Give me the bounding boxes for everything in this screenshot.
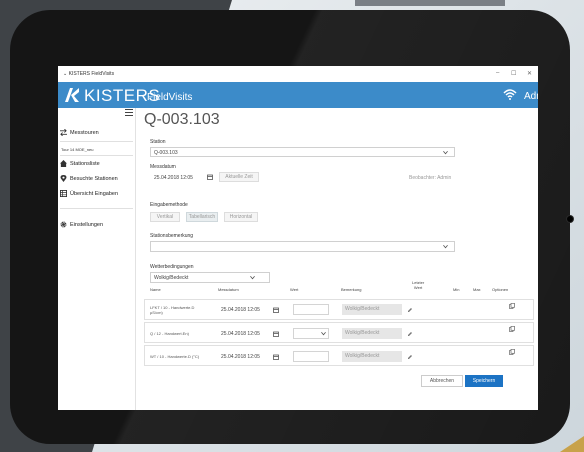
sidebar-item-label: Stationsliste bbox=[70, 160, 100, 167]
chevron-down-icon bbox=[443, 150, 448, 155]
app-window: ⌄ KISTERS FieldVisits – ☐ ✕ KISTERS Fiel… bbox=[58, 66, 538, 410]
station-label: Station bbox=[150, 139, 166, 145]
column-header-name: Name bbox=[150, 287, 161, 292]
column-header-bemerkung: Bemerkung bbox=[341, 287, 362, 292]
sidebar-item-label: Einstellungen bbox=[70, 221, 104, 228]
sidebar-item-label: Messtouren bbox=[70, 129, 99, 136]
column-header-letzter-wert: Letzter Wert bbox=[412, 280, 425, 290]
wifi-icon bbox=[503, 89, 517, 100]
cancel-button[interactable]: Abbrechen bbox=[421, 375, 463, 387]
close-button[interactable]: ✕ bbox=[527, 70, 532, 77]
maximize-button[interactable]: ☐ bbox=[511, 70, 516, 77]
eingabemethode-label: Eingabemethode bbox=[150, 202, 188, 208]
wetterbedingungen-label: Wetterbedingungen bbox=[150, 264, 194, 270]
row-remark-field[interactable]: Wolkig/Bedeckt bbox=[342, 304, 402, 315]
background-device-edge bbox=[355, 0, 505, 6]
edit-icon[interactable] bbox=[407, 307, 413, 313]
column-header-wert: Wert bbox=[290, 287, 299, 292]
user-name[interactable]: Admin bbox=[524, 91, 538, 102]
row-value-input[interactable] bbox=[293, 304, 329, 315]
eingabe-vertikal-button[interactable]: Vertikal bbox=[150, 212, 180, 222]
chevron-down-icon bbox=[443, 244, 448, 249]
calendar-icon[interactable] bbox=[207, 174, 213, 180]
row-remark-field[interactable]: Wolkig/Bedeckt bbox=[342, 351, 402, 362]
column-header-max: Max bbox=[473, 287, 481, 292]
stationsbemerkung-label: Stationsbemerkung bbox=[150, 233, 194, 239]
sidebar-divider bbox=[60, 141, 133, 142]
copy-icon[interactable] bbox=[509, 326, 515, 332]
station-select[interactable]: Q-003.103 bbox=[150, 147, 455, 157]
table-row: LFKT / 10 - Handwerte.D µS/cm) 25.04.2018… bbox=[144, 299, 534, 320]
sidebar-item-label: Übersicht Eingaben bbox=[70, 190, 119, 197]
row-value-input[interactable] bbox=[293, 351, 329, 362]
sidebar-item-uebersicht-eingaben[interactable]: Übersicht Eingaben bbox=[60, 190, 118, 197]
sidebar-item-einstellungen[interactable]: Einstellungen bbox=[60, 221, 103, 228]
page-title: Q-003.103 bbox=[144, 111, 220, 128]
calendar-icon[interactable] bbox=[273, 307, 279, 313]
row-name: Q / 12 - Handwert.En) bbox=[150, 331, 189, 336]
copy-icon[interactable] bbox=[509, 303, 515, 309]
sidebar-divider bbox=[60, 155, 133, 156]
map-pin-icon bbox=[60, 175, 67, 182]
table-row: Q / 12 - Handwert.En) 25.04.2018 12:05 W… bbox=[144, 322, 534, 343]
kisters-logo-icon bbox=[65, 88, 79, 102]
table-row: WT / 10 - Handwerte.D (°C) 25.04.2018 12… bbox=[144, 345, 534, 366]
camera-icon bbox=[567, 216, 573, 222]
eingabe-horizontal-button[interactable]: Horizontal bbox=[224, 212, 258, 222]
minimize-button[interactable]: – bbox=[496, 70, 499, 76]
eingabe-tabellarisch-button[interactable]: Tabellarisch bbox=[186, 212, 218, 222]
edit-icon[interactable] bbox=[407, 331, 413, 337]
aktuelle-zeit-button[interactable]: Aktuelle Zeit bbox=[219, 172, 259, 182]
copy-icon[interactable] bbox=[509, 349, 515, 355]
sidebar-item-stationsliste[interactable]: Stationsliste bbox=[60, 160, 100, 167]
sidebar-item-messtouren[interactable]: Messtouren bbox=[60, 129, 99, 136]
calendar-icon[interactable] bbox=[273, 331, 279, 337]
row-remark-field[interactable]: Wolkig/Bedeckt bbox=[342, 328, 402, 339]
menu-icon[interactable] bbox=[125, 109, 133, 116]
row-name: WT / 10 - Handwerte.D (°C) bbox=[150, 354, 200, 359]
stationsbemerkung-select[interactable] bbox=[150, 241, 455, 252]
sidebar: Messtouren Tour 14 MOE_neu Stationsliste… bbox=[58, 108, 136, 410]
window-title: ⌄ KISTERS FieldVisits bbox=[63, 71, 115, 77]
chevron-down-icon bbox=[321, 331, 326, 336]
swap-arrows-icon bbox=[60, 129, 67, 136]
home-icon bbox=[60, 160, 67, 167]
product-name: FieldVisits bbox=[147, 92, 193, 103]
table-icon bbox=[60, 190, 67, 197]
sidebar-divider bbox=[60, 208, 133, 209]
save-button[interactable]: Speichern bbox=[465, 375, 503, 387]
chevron-down-icon bbox=[250, 275, 255, 280]
sidebar-item-label: Besuchte Stationen bbox=[70, 175, 118, 182]
observer-label: Beobachter: Admin bbox=[409, 175, 452, 181]
calendar-icon[interactable] bbox=[273, 354, 279, 360]
messdatum-input[interactable]: 25.04.2018 12:05 bbox=[150, 172, 214, 182]
main-content: Q-003.103 Station Q-003.103 Messdatum 25… bbox=[136, 108, 538, 410]
gear-icon bbox=[60, 221, 67, 228]
current-tour[interactable]: Tour 14 MOE_neu bbox=[61, 147, 93, 152]
column-header-optionen: Optionen bbox=[492, 287, 509, 292]
row-name: LFKT / 10 - Handwerte.D µS/cm) bbox=[150, 305, 195, 315]
messdatum-label: Messdatum bbox=[150, 164, 176, 170]
column-header-messdatum: Messdatum bbox=[218, 287, 239, 292]
app-header: KISTERS FieldVisits Admin bbox=[58, 82, 538, 108]
window-titlebar: ⌄ KISTERS FieldVisits – ☐ ✕ bbox=[58, 66, 538, 82]
edit-icon[interactable] bbox=[407, 354, 413, 360]
sidebar-item-besuchte-stationen[interactable]: Besuchte Stationen bbox=[60, 175, 118, 182]
column-header-min: Min bbox=[453, 287, 460, 292]
